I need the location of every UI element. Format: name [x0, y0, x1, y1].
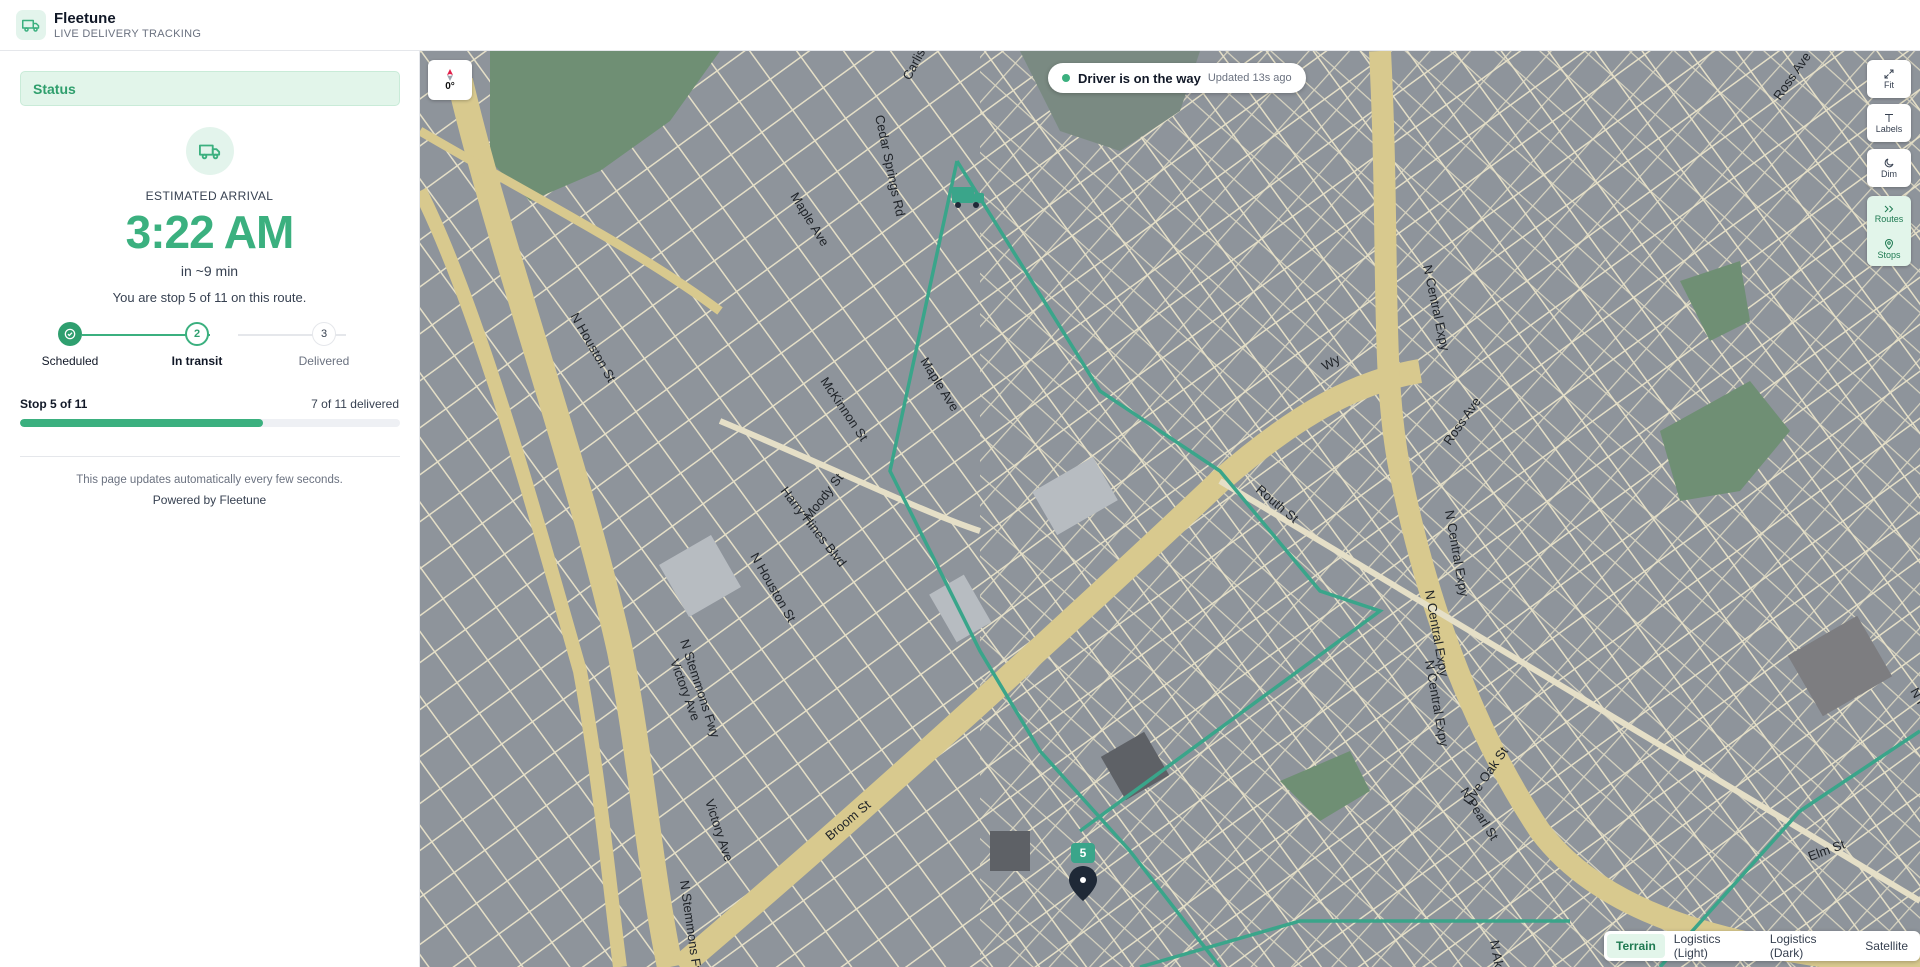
text-icon — [1885, 114, 1893, 122]
eta-label: ESTIMATED ARRIVAL — [145, 189, 274, 203]
labels-label: Labels — [1875, 124, 1903, 134]
building — [990, 831, 1030, 871]
step-scheduled: Scheduled — [20, 322, 120, 368]
map-style-switcher: Terrain Logistics (Light) Logistics (Dar… — [1604, 931, 1920, 961]
expand-icon — [1884, 69, 1894, 79]
fit-label: Fit — [1884, 80, 1894, 90]
driver-status-text: Driver is on the way — [1078, 70, 1201, 86]
brand-subtitle: LIVE DELIVERY TRACKING — [54, 27, 202, 40]
auto-update-note: This page updates automatically every fe… — [76, 474, 343, 486]
route-progress-fill — [20, 419, 264, 427]
powered-by: Powered by Fleetune — [152, 493, 267, 507]
truck-icon — [185, 127, 234, 175]
stop-position-text: You are stop 5 of 11 on this route. — [112, 290, 307, 305]
moon-icon — [1884, 158, 1894, 168]
route-progress-bar — [20, 419, 400, 427]
delivery-stepper: Scheduled 2 In transit 3 Delivered — [20, 322, 400, 382]
status-label: Status — [33, 80, 76, 97]
step-label: Scheduled — [41, 354, 99, 368]
routes-label: Routes — [1874, 213, 1904, 224]
step-in-transit: 2 In transit — [147, 322, 247, 368]
dim-toggle[interactable]: Dim — [1867, 149, 1911, 187]
stop-number-badge[interactable]: 5 — [1071, 843, 1095, 863]
stops-label: Stops — [1877, 249, 1901, 260]
step-number: 2 — [185, 322, 209, 346]
progress-stop-label: Stop 5 of 11 — [20, 397, 88, 411]
routes-toggle[interactable]: Routes — [1867, 196, 1911, 231]
eta-time: 3:22 AM — [125, 206, 295, 258]
style-satellite[interactable]: Satellite — [1856, 934, 1917, 958]
live-dot-icon — [1062, 74, 1070, 82]
check-circle-icon — [58, 322, 82, 346]
driver-status-pill: Driver is on the way Updated 13s ago — [1048, 63, 1306, 93]
stops-toggle[interactable]: Stops — [1867, 231, 1911, 266]
layer-toggles: Routes Stops — [1867, 196, 1911, 266]
compass-needle-icon — [447, 68, 453, 81]
delivery-map[interactable]: Cedar Springs Rd Carlisle St Maple Ave Mapl… — [420, 51, 1920, 967]
app-header: Fleetune LIVE DELIVERY TRACKING — [0, 0, 1920, 51]
step-number: 3 — [312, 322, 336, 346]
routes-icon — [1884, 205, 1894, 212]
brand-name: Fleetune — [54, 9, 116, 27]
step-label: In transit — [171, 354, 223, 368]
compass-value: 0° — [445, 80, 455, 92]
step-label: Delivered — [298, 354, 350, 368]
tracking-sidebar: Status ESTIMATED ARRIVAL 3:22 AM in ~9 m… — [0, 51, 420, 967]
compass-button[interactable]: 0° — [428, 60, 472, 100]
dim-label: Dim — [1881, 169, 1897, 179]
map-basemap[interactable]: Cedar Springs RdCarlisle StMaple AveMapl… — [420, 51, 1920, 967]
style-logistics-dark[interactable]: Logistics (Dark) — [1761, 927, 1856, 965]
fit-button[interactable]: Fit — [1867, 60, 1911, 98]
divider — [20, 456, 400, 457]
style-logistics-light[interactable]: Logistics (Light) — [1665, 927, 1761, 965]
status-banner: Status — [20, 71, 400, 106]
truck-logo-icon — [16, 10, 46, 40]
update-time-text: Updated 13s ago — [1207, 72, 1292, 84]
labels-toggle[interactable]: Labels — [1867, 104, 1911, 142]
style-terrain[interactable]: Terrain — [1607, 934, 1665, 958]
step-delivered: 3 Delivered — [274, 322, 374, 368]
map-pin-icon — [1884, 238, 1894, 250]
progress-summary: Stop 5 of 11 7 of 11 delivered — [20, 397, 399, 411]
progress-delivered-count: 7 of 11 delivered — [311, 397, 399, 411]
eta-relative: in ~9 min — [180, 263, 239, 279]
